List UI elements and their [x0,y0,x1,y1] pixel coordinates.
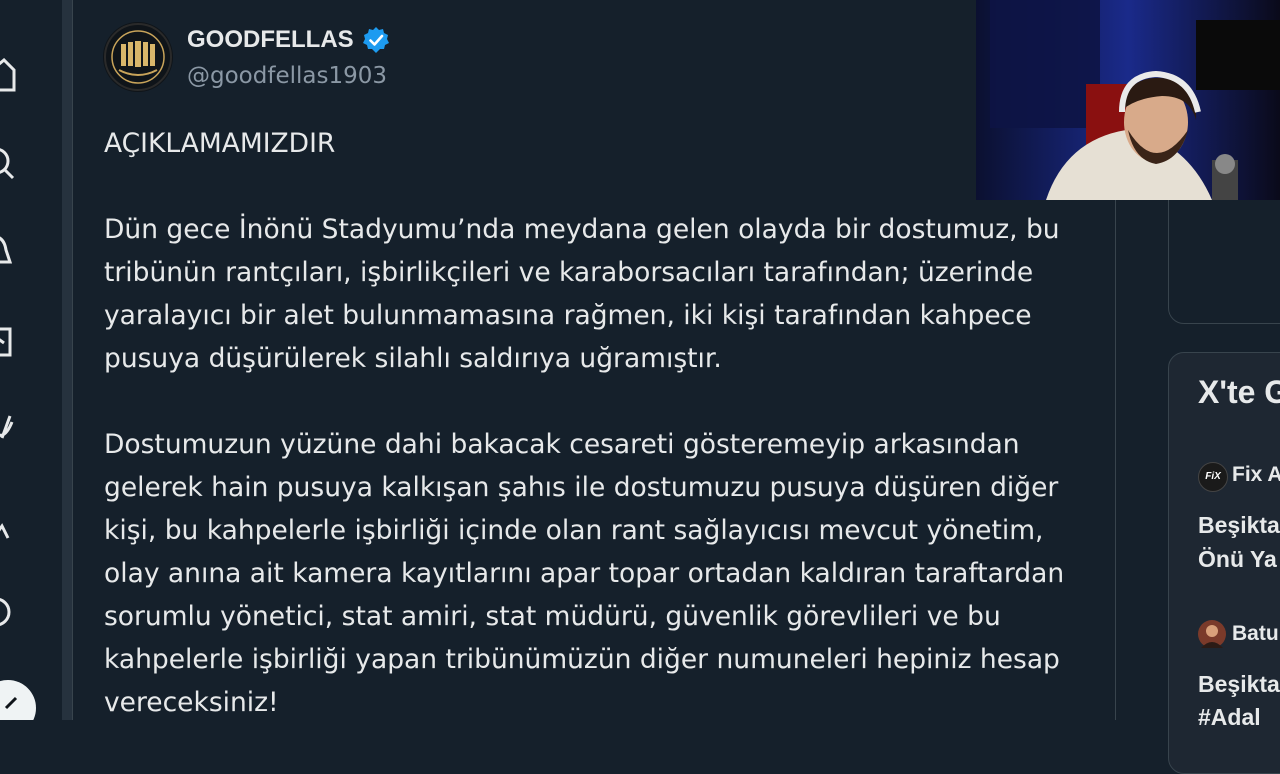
author-name[interactable]: GOODFELLAS [187,26,354,54]
trend-avatar[interactable]: FiX [1198,462,1228,492]
post-button-icon[interactable] [0,672,40,720]
home-icon[interactable] [0,58,20,92]
messages-icon[interactable] [0,325,20,357]
post-heading: AÇIKLAMAMIZDIR [104,128,336,159]
webcam-overlay [976,0,1280,200]
trends-title: X'te G [1198,374,1280,410]
author-name-row[interactable]: GOODFELLAS [187,26,390,54]
left-navigation [0,0,62,720]
profile-icon[interactable] [0,596,20,626]
trend-text-line[interactable]: Beşikta [1198,508,1280,542]
author-avatar[interactable] [103,22,173,92]
post-body: AÇIKLAMAMIZDIR Dün gece İnönü Stadyumu’n… [104,122,1094,724]
nav-divider [62,0,72,720]
trend-avatar-label: FiX [1205,471,1221,482]
author-handle[interactable]: @goodfellas1903 [187,63,387,89]
search-icon[interactable] [0,145,20,180]
trend-user[interactable]: Fix A [1232,463,1280,487]
communities-icon[interactable] [0,512,20,542]
grok-icon[interactable] [0,412,20,442]
trend-avatar[interactable] [1198,620,1226,648]
trend-text-line[interactable]: #Adal [1198,700,1261,734]
trend-text-line[interactable]: Önü Ya [1198,542,1277,576]
notifications-icon[interactable] [0,232,20,264]
post-paragraph-2: Dostumuzun yüzüne dahi bakacak cesareti … [104,429,1065,718]
post-paragraph-1: Dün gece İnönü Stadyumu’nda meydana gele… [104,214,1060,374]
trend-text-line[interactable]: Beşikta [1198,667,1280,701]
verified-badge-icon [362,26,390,54]
trend-user[interactable]: Batu [1232,622,1279,646]
